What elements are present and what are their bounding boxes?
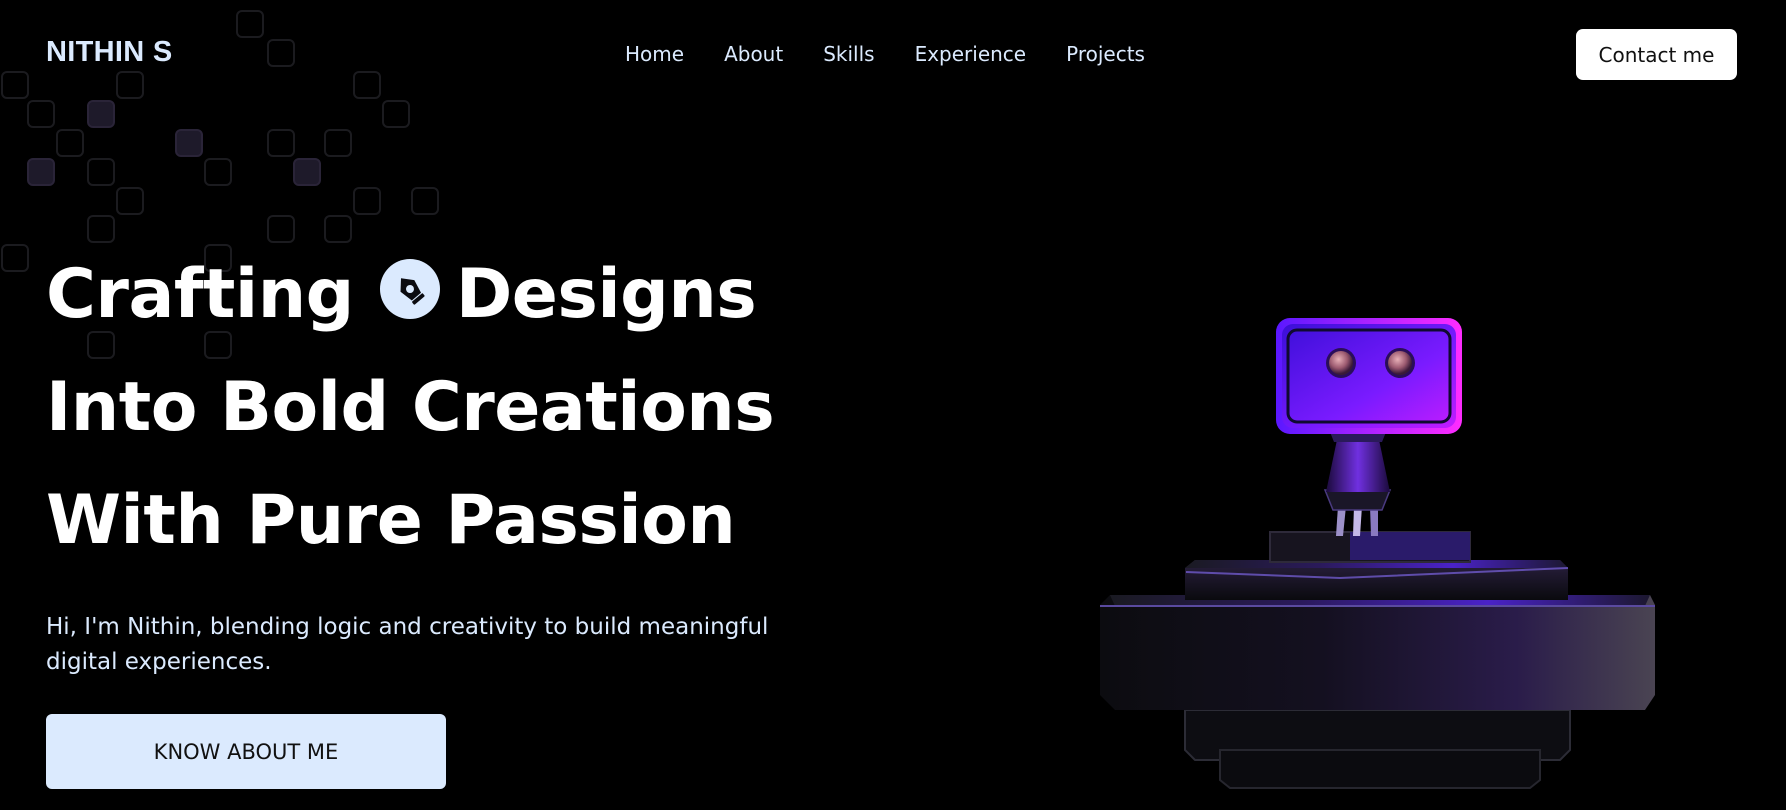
nav-skills[interactable]: Skills <box>823 42 874 66</box>
hero-word-designs: Designs <box>455 255 757 334</box>
contact-button[interactable]: Contact me <box>1576 29 1737 80</box>
know-about-me-button[interactable]: KNOW ABOUT ME <box>46 714 446 789</box>
hero-line-3: With Pure Passion <box>46 481 736 560</box>
main-nav: Home About Skills Experience Projects <box>625 42 1145 66</box>
nav-about[interactable]: About <box>724 42 783 66</box>
portfolio-page: NITHIN S Home About Skills Experience Pr… <box>0 0 1786 810</box>
pen-tool-icon <box>379 258 440 319</box>
hero-headline: Crafting Designs Into Bold Creations Wit… <box>46 238 775 577</box>
hero-line-1: Crafting Designs <box>46 238 774 351</box>
brand-logo[interactable]: NITHIN S <box>46 36 172 69</box>
nav-experience[interactable]: Experience <box>915 42 1027 66</box>
hero-subtitle: Hi, I'm Nithin, blending logic and creat… <box>46 614 769 675</box>
nav-projects[interactable]: Projects <box>1066 42 1145 66</box>
robot-illustration <box>1090 310 1670 810</box>
hero-word-crafting: Crafting <box>46 255 354 334</box>
hero-line-2: Into Bold Creations <box>46 368 775 447</box>
nav-home[interactable]: Home <box>625 42 684 66</box>
